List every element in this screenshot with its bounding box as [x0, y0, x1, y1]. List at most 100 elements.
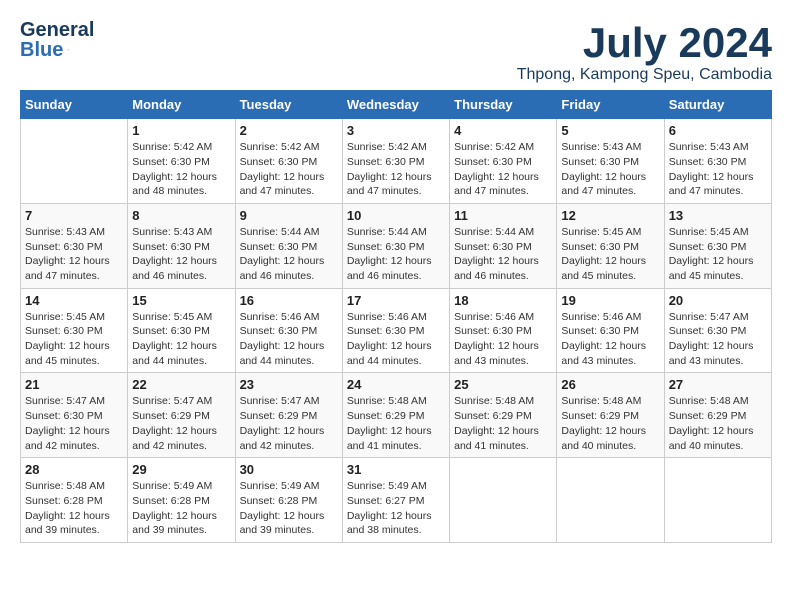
weekday-header: Wednesday [342, 91, 449, 119]
calendar-cell: 15 Sunrise: 5:45 AM Sunset: 6:30 PM Dayli… [128, 288, 235, 373]
day-info: Sunrise: 5:42 AM Sunset: 6:30 PM Dayligh… [347, 140, 445, 199]
day-info: Sunrise: 5:47 AM Sunset: 6:29 PM Dayligh… [132, 394, 230, 453]
day-number: 9 [240, 208, 338, 223]
calendar-cell: 6 Sunrise: 5:43 AM Sunset: 6:30 PM Daylig… [664, 119, 771, 204]
day-info: Sunrise: 5:43 AM Sunset: 6:30 PM Dayligh… [669, 140, 767, 199]
day-info: Sunrise: 5:46 AM Sunset: 6:30 PM Dayligh… [454, 310, 552, 369]
calendar-cell: 5Sunrise: 5:43 AM Sunset: 6:30 PM Daylig… [557, 119, 664, 204]
calendar-cell: 8 Sunrise: 5:43 AM Sunset: 6:30 PM Daylig… [128, 203, 235, 288]
day-number: 26 [561, 377, 659, 392]
day-info: Sunrise: 5:44 AM Sunset: 6:30 PM Dayligh… [454, 225, 552, 284]
day-number: 21 [25, 377, 123, 392]
calendar-cell [557, 458, 664, 543]
calendar-cell: 28 Sunrise: 5:48 AM Sunset: 6:28 PM Dayli… [21, 458, 128, 543]
day-number: 12 [561, 208, 659, 223]
calendar-cell: 23 Sunrise: 5:47 AM Sunset: 6:29 PM Dayli… [235, 373, 342, 458]
day-number: 31 [347, 462, 445, 477]
day-info: Sunrise: 5:48 AM Sunset: 6:29 PM Dayligh… [454, 394, 552, 453]
weekday-header: Monday [128, 91, 235, 119]
calendar-cell: 1 Sunrise: 5:42 AM Sunset: 6:30 PM Daylig… [128, 119, 235, 204]
day-number: 30 [240, 462, 338, 477]
day-info: Sunrise: 5:46 AM Sunset: 6:30 PM Dayligh… [347, 310, 445, 369]
day-number: 22 [132, 377, 230, 392]
calendar-cell: 27Sunrise: 5:48 AM Sunset: 6:29 PM Dayli… [664, 373, 771, 458]
day-number: 14 [25, 293, 123, 308]
calendar-cell [450, 458, 557, 543]
day-info: Sunrise: 5:48 AM Sunset: 6:28 PM Dayligh… [25, 479, 123, 538]
day-info: Sunrise: 5:42 AM Sunset: 6:30 PM Dayligh… [240, 140, 338, 199]
calendar-cell: 20 Sunrise: 5:47 AM Sunset: 6:30 PM Dayli… [664, 288, 771, 373]
day-info: Sunrise: 5:45 AM Sunset: 6:30 PM Dayligh… [561, 225, 659, 284]
calendar-cell: 10 Sunrise: 5:44 AM Sunset: 6:30 PM Dayli… [342, 203, 449, 288]
calendar-week-row: 28 Sunrise: 5:48 AM Sunset: 6:28 PM Dayli… [21, 458, 772, 543]
day-number: 10 [347, 208, 445, 223]
logo: General Blue [20, 20, 70, 62]
day-number: 13 [669, 208, 767, 223]
calendar-cell: 26 Sunrise: 5:48 AM Sunset: 6:29 PM Dayli… [557, 373, 664, 458]
day-info: Sunrise: 5:45 AM Sunset: 6:30 PM Dayligh… [132, 310, 230, 369]
calendar-cell: 14 Sunrise: 5:45 AM Sunset: 6:30 PM Dayli… [21, 288, 128, 373]
day-info: Sunrise: 5:48 AM Sunset: 6:29 PM Dayligh… [561, 394, 659, 453]
calendar-week-row: 14 Sunrise: 5:45 AM Sunset: 6:30 PM Dayli… [21, 288, 772, 373]
page-header: General Blue July 2024 Thpong, Kampong S… [20, 20, 772, 84]
day-info: Sunrise: 5:48 AM Sunset: 6:29 PM Dayligh… [347, 394, 445, 453]
calendar-week-row: 21 Sunrise: 5:47 AM Sunset: 6:30 PM Dayli… [21, 373, 772, 458]
day-info: Sunrise: 5:49 AM Sunset: 6:28 PM Dayligh… [240, 479, 338, 538]
weekday-header: Friday [557, 91, 664, 119]
day-info: Sunrise: 5:43 AM Sunset: 6:30 PM Dayligh… [561, 140, 659, 199]
day-number: 15 [132, 293, 230, 308]
day-number: 6 [669, 123, 767, 138]
day-number: 1 [132, 123, 230, 138]
day-number: 27 [669, 377, 767, 392]
day-number: 23 [240, 377, 338, 392]
calendar-table: SundayMondayTuesdayWednesdayThursdayFrid… [20, 90, 772, 543]
calendar-cell: 24 Sunrise: 5:48 AM Sunset: 6:29 PM Dayli… [342, 373, 449, 458]
calendar-cell [21, 119, 128, 204]
calendar-cell: 4Sunrise: 5:42 AM Sunset: 6:30 PM Daylig… [450, 119, 557, 204]
day-info: Sunrise: 5:47 AM Sunset: 6:30 PM Dayligh… [25, 394, 123, 453]
calendar-cell: 16Sunrise: 5:46 AM Sunset: 6:30 PM Dayli… [235, 288, 342, 373]
calendar-week-row: 7 Sunrise: 5:43 AM Sunset: 6:30 PM Daylig… [21, 203, 772, 288]
day-info: Sunrise: 5:46 AM Sunset: 6:30 PM Dayligh… [561, 310, 659, 369]
day-number: 8 [132, 208, 230, 223]
calendar-cell: 22 Sunrise: 5:47 AM Sunset: 6:29 PM Dayli… [128, 373, 235, 458]
calendar-cell: 19 Sunrise: 5:46 AM Sunset: 6:30 PM Dayli… [557, 288, 664, 373]
day-number: 18 [454, 293, 552, 308]
day-info: Sunrise: 5:45 AM Sunset: 6:30 PM Dayligh… [25, 310, 123, 369]
calendar-cell [664, 458, 771, 543]
calendar-cell: 2 Sunrise: 5:42 AM Sunset: 6:30 PM Daylig… [235, 119, 342, 204]
calendar-cell: 30 Sunrise: 5:49 AM Sunset: 6:28 PM Dayli… [235, 458, 342, 543]
calendar-week-row: 1 Sunrise: 5:42 AM Sunset: 6:30 PM Daylig… [21, 119, 772, 204]
calendar-cell: 31Sunrise: 5:49 AM Sunset: 6:27 PM Dayli… [342, 458, 449, 543]
calendar-cell: 12 Sunrise: 5:45 AM Sunset: 6:30 PM Dayli… [557, 203, 664, 288]
month-year-title: July 2024 [517, 20, 772, 66]
day-info: Sunrise: 5:47 AM Sunset: 6:30 PM Dayligh… [669, 310, 767, 369]
calendar-cell: 7Sunrise: 5:43 AM Sunset: 6:30 PM Daylig… [21, 203, 128, 288]
day-info: Sunrise: 5:42 AM Sunset: 6:30 PM Dayligh… [132, 140, 230, 199]
calendar-cell: 11 Sunrise: 5:44 AM Sunset: 6:30 PM Dayli… [450, 203, 557, 288]
day-number: 24 [347, 377, 445, 392]
day-number: 25 [454, 377, 552, 392]
day-info: Sunrise: 5:47 AM Sunset: 6:29 PM Dayligh… [240, 394, 338, 453]
day-number: 16 [240, 293, 338, 308]
day-number: 20 [669, 293, 767, 308]
day-info: Sunrise: 5:43 AM Sunset: 6:30 PM Dayligh… [132, 225, 230, 284]
day-number: 19 [561, 293, 659, 308]
calendar-cell: 17 Sunrise: 5:46 AM Sunset: 6:30 PM Dayli… [342, 288, 449, 373]
weekday-header: Tuesday [235, 91, 342, 119]
day-number: 3 [347, 123, 445, 138]
location-subtitle: Thpong, Kampong Speu, Cambodia [517, 66, 772, 84]
day-number: 7 [25, 208, 123, 223]
calendar-cell: 13 Sunrise: 5:45 AM Sunset: 6:30 PM Dayli… [664, 203, 771, 288]
calendar-cell: 18 Sunrise: 5:46 AM Sunset: 6:30 PM Dayli… [450, 288, 557, 373]
day-number: 2 [240, 123, 338, 138]
day-number: 11 [454, 208, 552, 223]
day-number: 28 [25, 462, 123, 477]
day-number: 17 [347, 293, 445, 308]
day-info: Sunrise: 5:44 AM Sunset: 6:30 PM Dayligh… [240, 225, 338, 284]
day-number: 29 [132, 462, 230, 477]
calendar-cell: 21 Sunrise: 5:47 AM Sunset: 6:30 PM Dayli… [21, 373, 128, 458]
day-info: Sunrise: 5:44 AM Sunset: 6:30 PM Dayligh… [347, 225, 445, 284]
calendar-cell: 3 Sunrise: 5:42 AM Sunset: 6:30 PM Daylig… [342, 119, 449, 204]
day-info: Sunrise: 5:45 AM Sunset: 6:30 PM Dayligh… [669, 225, 767, 284]
